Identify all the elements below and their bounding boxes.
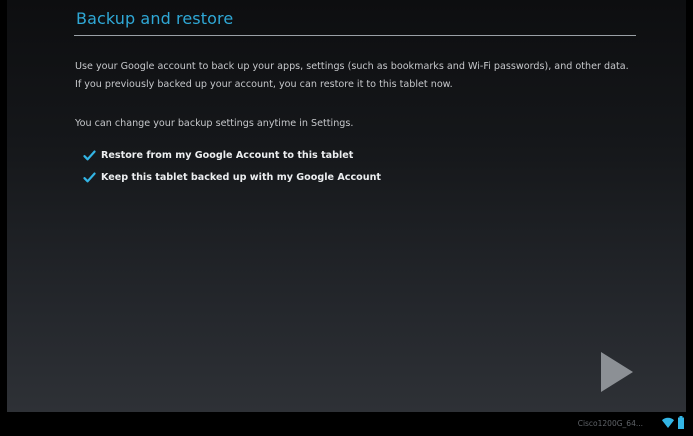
title-divider: [74, 35, 636, 36]
play-arrow-icon: [601, 352, 633, 392]
next-button[interactable]: [593, 348, 637, 396]
checkmark-icon: [83, 150, 96, 161]
settings-note: You can change your backup settings anyt…: [75, 118, 354, 129]
system-status-bar: Cisco1200G_64...: [0, 412, 693, 436]
wifi-icon[interactable]: [662, 417, 674, 428]
restore-checkbox[interactable]: [83, 149, 96, 162]
setup-content: Backup and restore Use your Google accou…: [7, 0, 686, 412]
page-title: Backup and restore: [76, 9, 234, 28]
description-line-1: Use your Google account to back up your …: [75, 61, 629, 72]
backup-checkbox[interactable]: [83, 171, 96, 184]
checkmark-icon: [83, 172, 96, 183]
description-line-2: If you previously backed up your account…: [75, 79, 453, 90]
battery-icon[interactable]: [678, 416, 684, 429]
backup-option-label: Keep this tablet backed up with my Googl…: [101, 172, 381, 183]
restore-option-label: Restore from my Google Account to this t…: [101, 150, 354, 161]
setup-wizard-screen: Backup and restore Use your Google accou…: [0, 0, 693, 436]
network-name: Cisco1200G_64...: [577, 419, 643, 428]
